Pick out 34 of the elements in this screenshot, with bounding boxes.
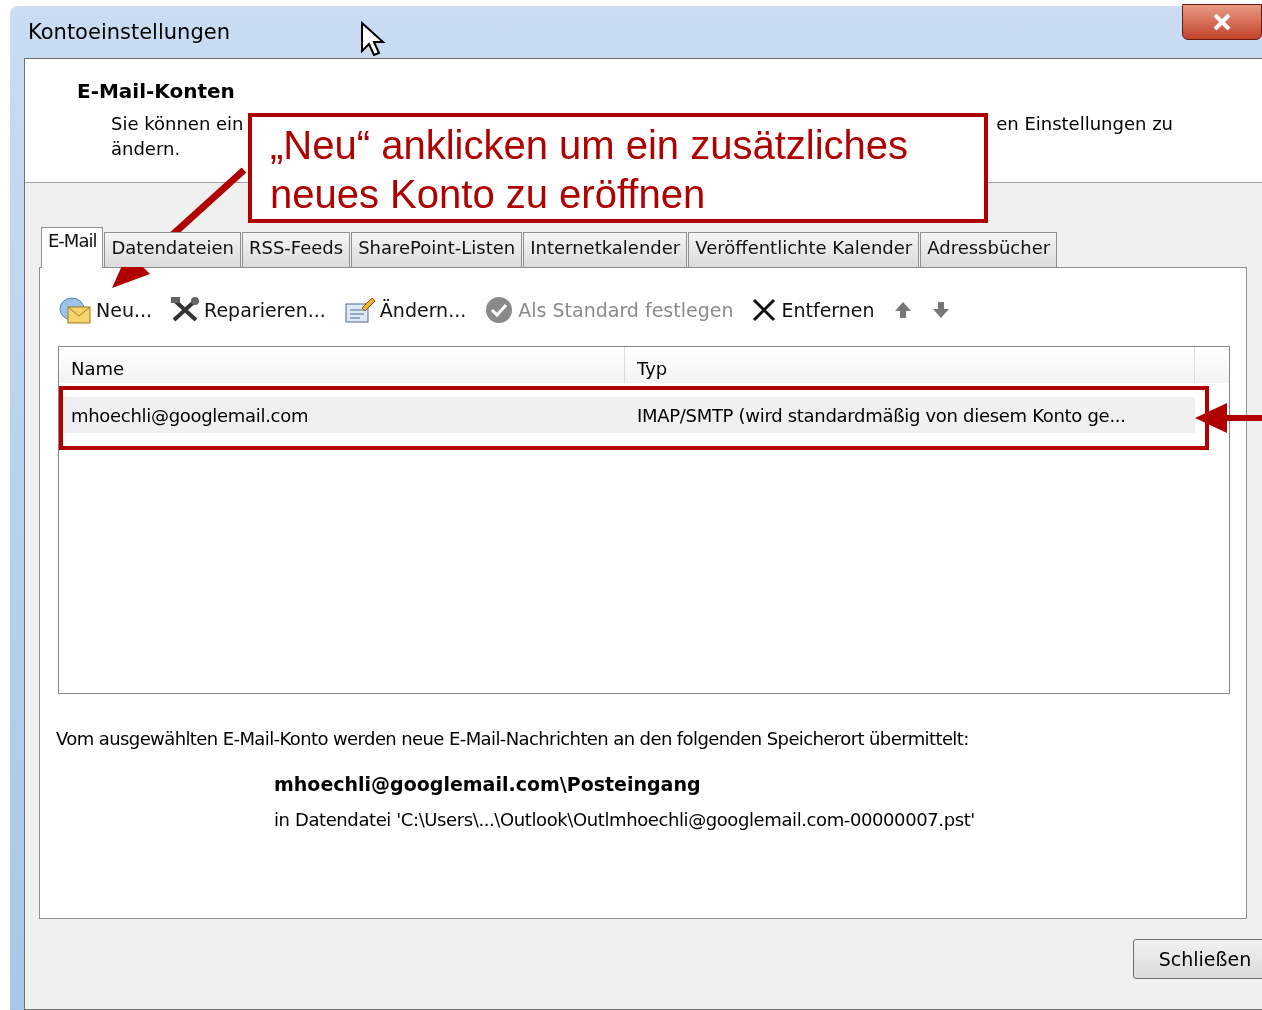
- tab[interactable]: SharePoint-Listen: [351, 232, 523, 267]
- edit-document-icon: [343, 296, 376, 324]
- close-icon: [1211, 13, 1233, 31]
- envelope-icon: [58, 295, 92, 325]
- info-text: Vom ausgewählten E-Mail-Konto werden neue E-Mail-Nachrichten an den folgenden Speicherort übermittelt:: [56, 728, 970, 749]
- tab[interactable]: E-Mail: [41, 227, 104, 268]
- close-button[interactable]: [1182, 4, 1262, 40]
- tab[interactable]: Adressbücher: [920, 232, 1058, 267]
- description-text: Sie können ein: [111, 113, 244, 134]
- description-text: ändern.: [111, 138, 181, 159]
- annotation-arrow: [1193, 401, 1262, 435]
- tab[interactable]: RSS-Feeds: [241, 232, 351, 267]
- mouse-pointer-icon: [360, 21, 386, 57]
- delivery-location: mhoechli@googlemail.com\Posteingang: [274, 773, 702, 795]
- section-title: E-Mail-Konten: [77, 79, 236, 103]
- data-file-path: in Datendatei 'C:\Users\...\Outlook\Outlmhoechli@googlemail.com-00000007.pst': [274, 809, 976, 830]
- arrow-down-icon: [930, 300, 951, 320]
- close-icon: [751, 297, 778, 323]
- tab[interactable]: Internetkalender: [523, 232, 688, 267]
- arrow-up-icon: [892, 300, 913, 320]
- toolbar-button[interactable]: Ändern...: [343, 296, 467, 324]
- check-circle-icon: [484, 295, 515, 325]
- description-text: en Einstellungen zu: [996, 113, 1173, 134]
- toolbar-button[interactable]: Reparieren...: [170, 296, 326, 324]
- column-header[interactable]: Typ: [625, 347, 1195, 383]
- toolbar-button[interactable]: Neu...: [58, 295, 153, 325]
- tools-icon: [170, 296, 201, 324]
- annotation-callout: „Neu“ anklicken um ein zusätzliches neues Konto zu eröffnen: [248, 113, 988, 223]
- column-header[interactable]: Name: [59, 347, 625, 383]
- window-title: Kontoeinstellungen: [28, 20, 230, 44]
- toolbar-button[interactable]: Entfernen: [751, 297, 875, 323]
- tab[interactable]: Datendateien: [104, 232, 241, 267]
- close-dialog-button[interactable]: Schließen: [1133, 939, 1262, 979]
- tab[interactable]: Veröffentlichte Kalender: [688, 232, 920, 267]
